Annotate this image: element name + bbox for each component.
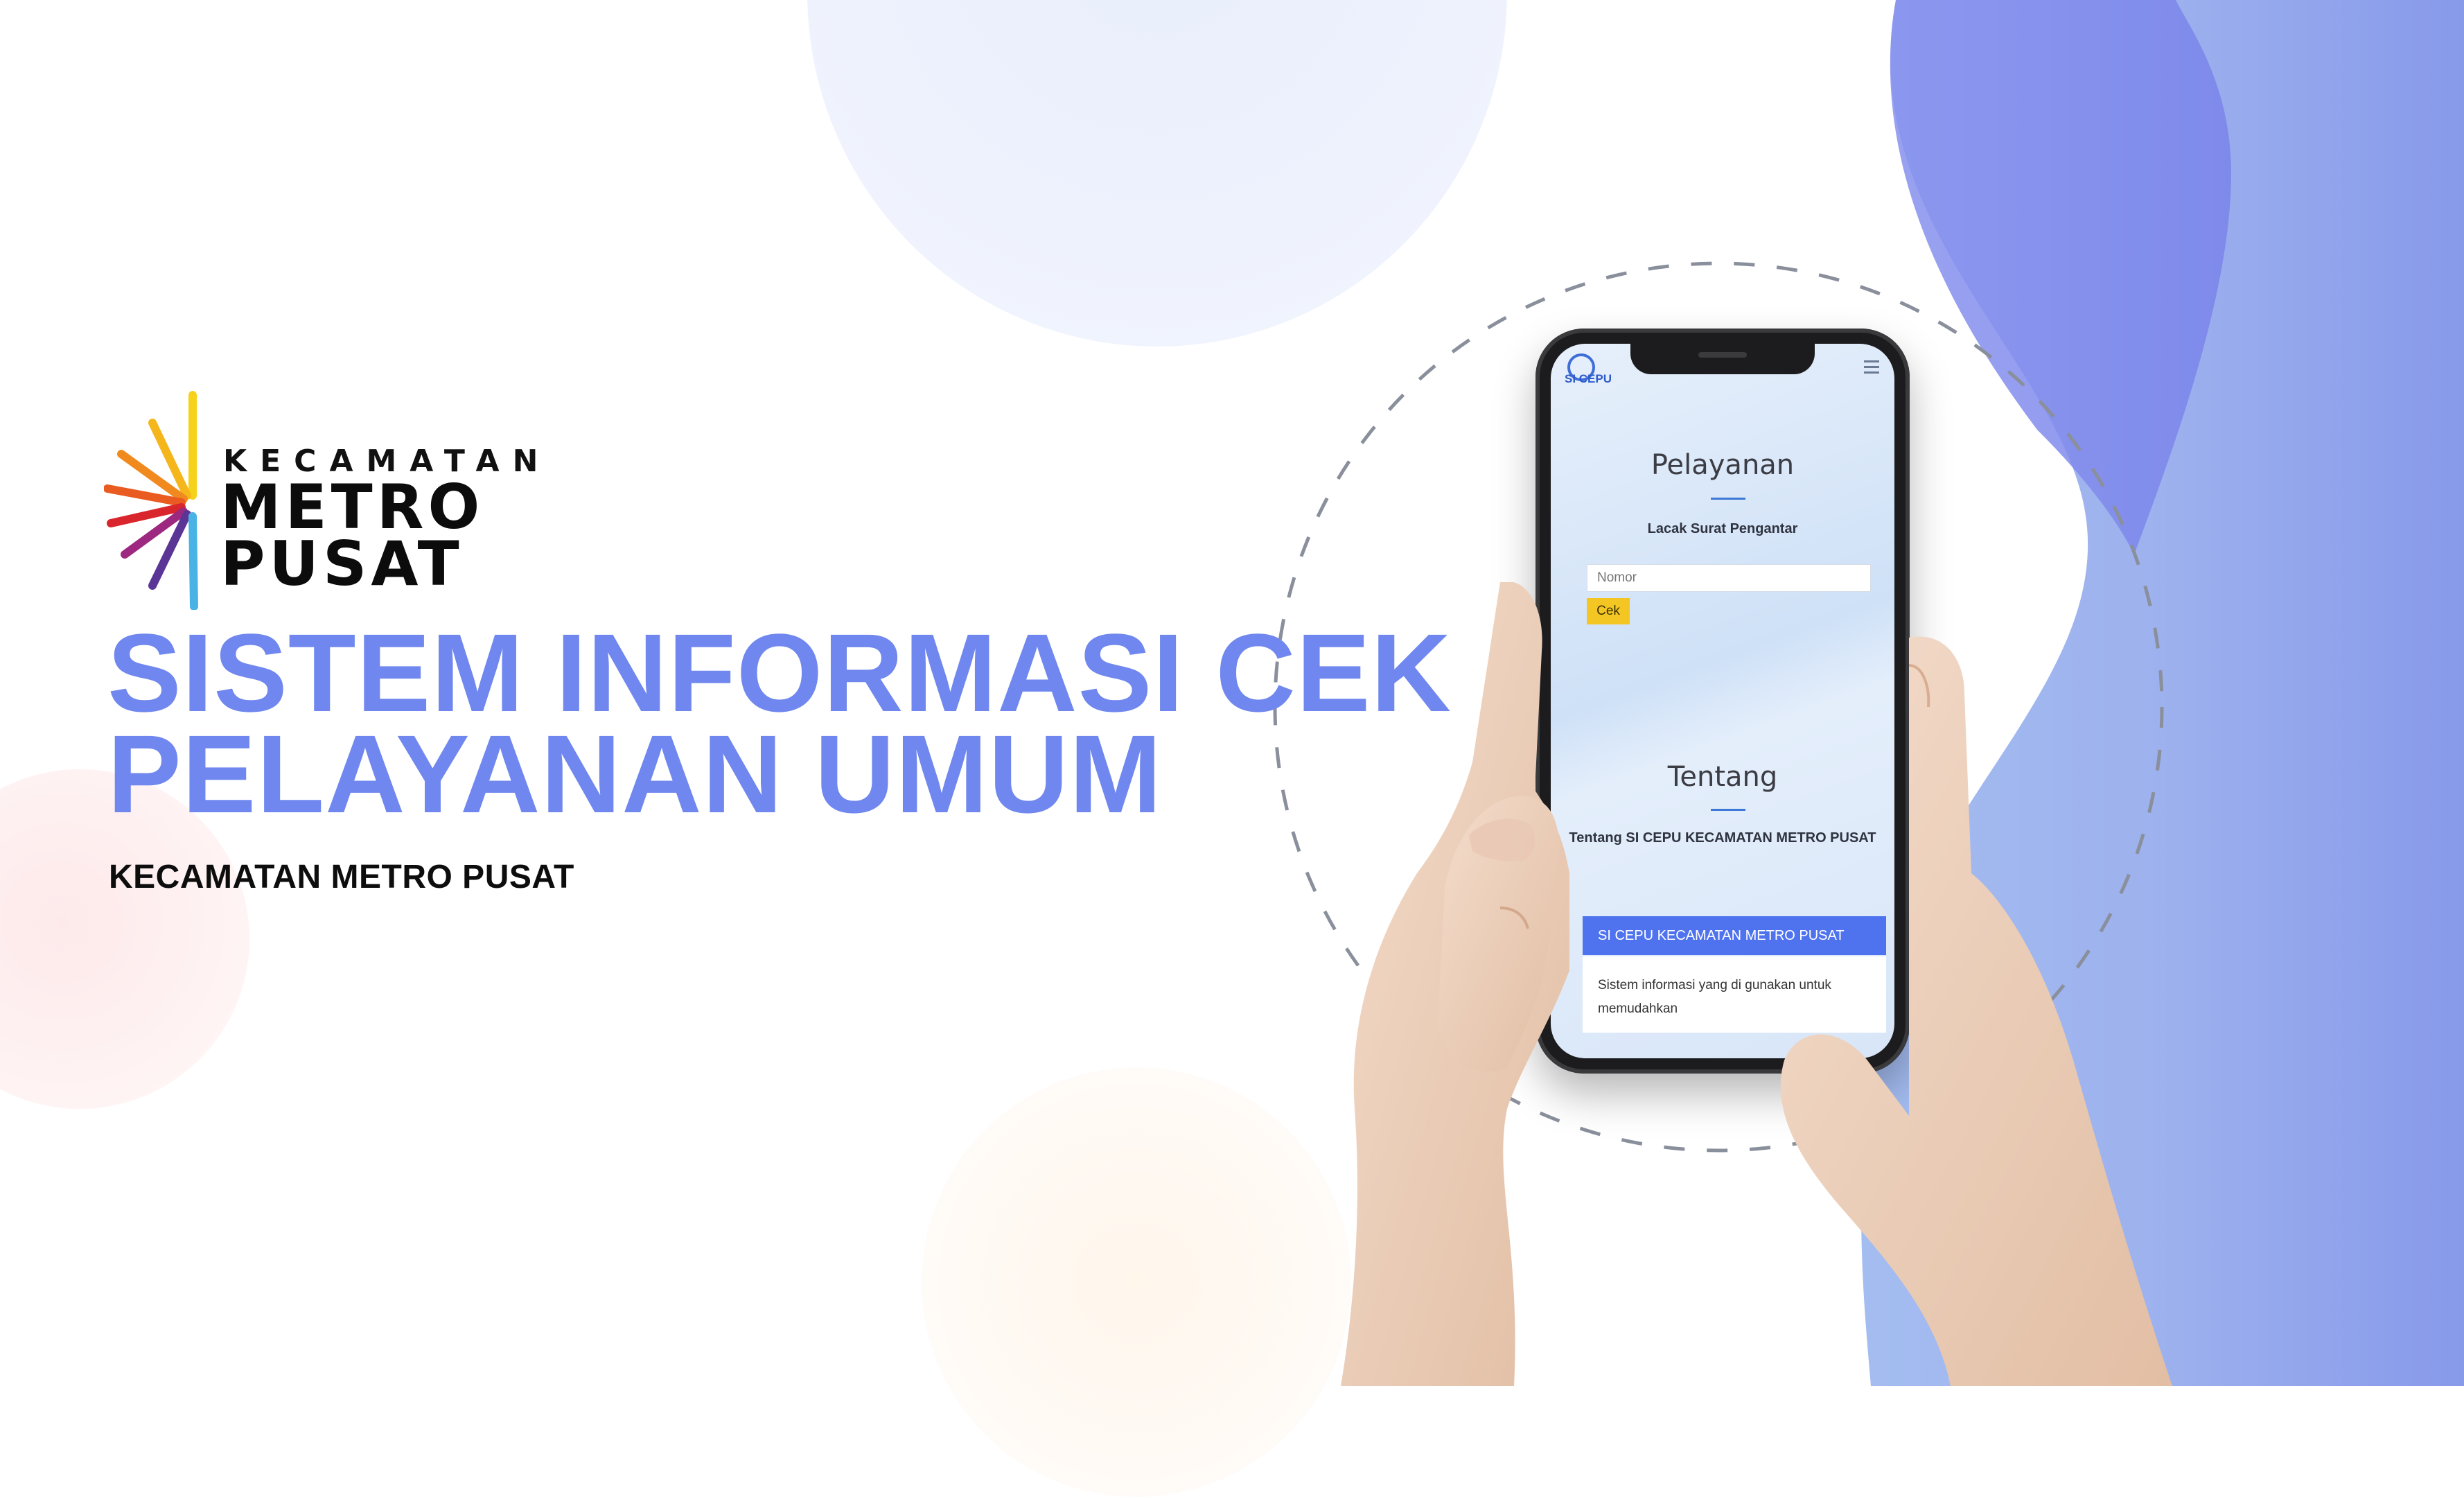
app-logo-text: SI CEPU	[1565, 372, 1612, 385]
page-title-line-2: PELAYANAN UMUM	[107, 712, 1163, 836]
hamburger-menu-icon[interactable]	[1864, 360, 1879, 377]
logo-burst-icon	[104, 391, 198, 610]
page-subtitle: KECAMATAN METRO PUSAT	[109, 859, 574, 895]
hands-image	[1341, 582, 2172, 1386]
phone-speaker	[1698, 352, 1747, 358]
logo-text-pusat: PUSAT	[220, 528, 464, 599]
phone-notch	[1630, 344, 1815, 374]
section-label-lacak: Lacak Surat Pengantar	[1647, 521, 1798, 536]
section-title-pelayanan: Pelayanan	[1651, 449, 1795, 481]
page-title: SISTEM INFORMASI CEK PELAYANAN UMUM	[107, 611, 1452, 836]
page-title-line-1: SISTEM INFORMASI CEK	[107, 611, 1452, 735]
section-divider	[1711, 498, 1745, 500]
